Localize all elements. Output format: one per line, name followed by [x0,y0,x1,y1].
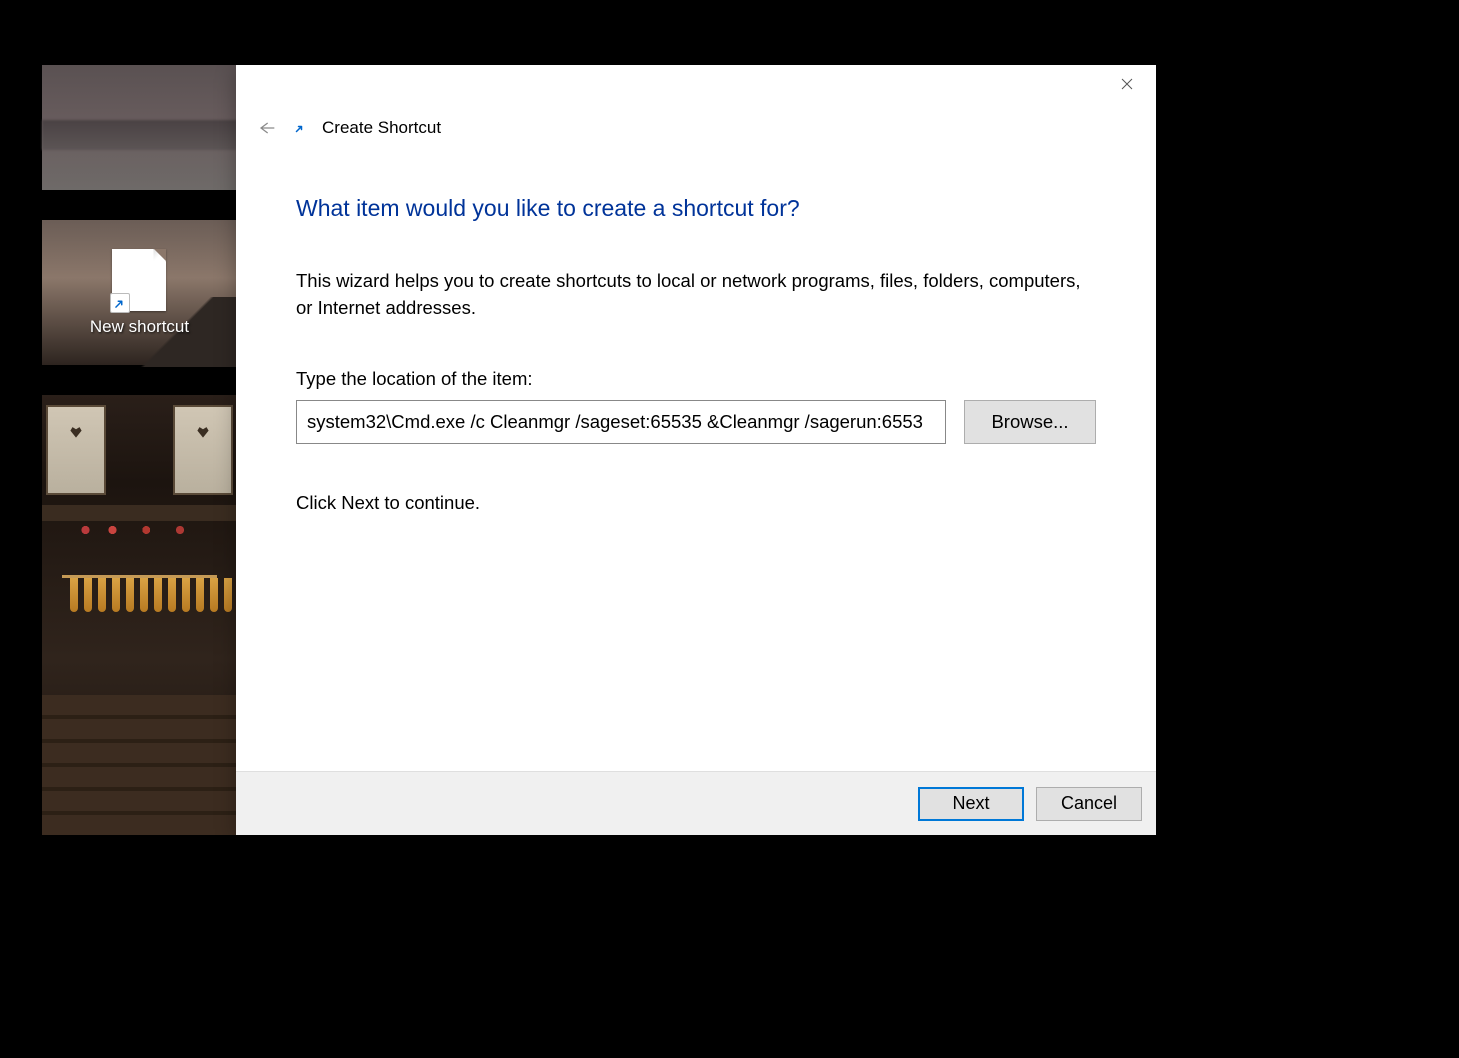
wallpaper-segment [42,65,237,190]
close-icon [1121,78,1133,90]
browse-button[interactable]: Browse... [964,400,1096,444]
desktop-shortcut[interactable]: New shortcut [90,249,189,337]
dialog-content: What item would you like to create a sho… [236,151,1156,771]
back-button[interactable] [254,116,278,140]
decoration [72,523,207,537]
location-input[interactable] [296,400,946,444]
wallpaper-segment [42,395,237,835]
decoration [42,505,237,521]
shortcut-arrow-icon [110,293,130,313]
decoration [42,695,237,835]
create-shortcut-dialog: Create Shortcut What item would you like… [236,65,1156,835]
wallpaper-gap [42,190,237,220]
shortcut-wizard-icon [292,120,308,136]
wizard-help-text: This wizard helps you to create shortcut… [296,268,1096,322]
close-button[interactable] [1104,68,1150,100]
dialog-titlebar [236,65,1156,103]
location-row: Browse... [296,400,1096,444]
wallpaper-segment: New shortcut [42,220,237,365]
decoration [70,578,237,612]
cancel-button[interactable]: Cancel [1036,787,1142,821]
decoration [46,405,106,495]
dialog-footer: Next Cancel [236,771,1156,835]
dialog-title: Create Shortcut [322,118,441,138]
location-label: Type the location of the item: [296,368,1096,390]
wallpaper-gap [42,365,237,395]
decoration [173,405,233,495]
next-button[interactable]: Next [918,787,1024,821]
dialog-header: Create Shortcut [236,103,1156,151]
back-arrow-icon [256,118,276,138]
desktop-background: New shortcut [42,65,237,835]
wizard-headline: What item would you like to create a sho… [296,195,1096,222]
file-icon [112,249,166,311]
desktop-shortcut-label: New shortcut [90,317,189,337]
screenshot-background: New shortcut [0,0,1459,1058]
continue-instruction: Click Next to continue. [296,492,1096,514]
